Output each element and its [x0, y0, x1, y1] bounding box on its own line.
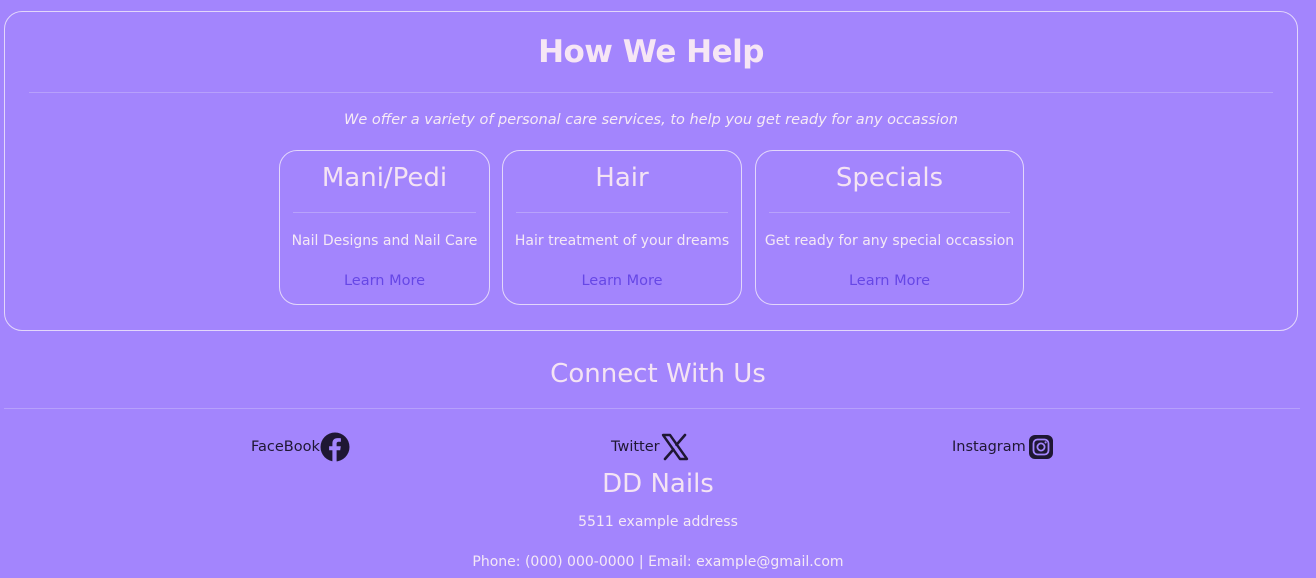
card-title: Specials [835, 163, 944, 193]
twitter-label: Twitter [611, 439, 660, 455]
brand-name: DD Nails [602, 469, 714, 499]
learn-more-link[interactable]: Learn More [756, 273, 1023, 289]
learn-more-link[interactable]: Learn More [280, 273, 489, 289]
instagram-label: Instagram [952, 439, 1026, 455]
instagram-link[interactable]: Instagram [952, 432, 1056, 462]
card-title: Hair [595, 163, 649, 193]
divider [516, 212, 728, 213]
facebook-label: FaceBook [251, 439, 320, 455]
twitter-link[interactable]: Twitter [611, 432, 690, 462]
service-card-hair: Hair Hair treatment of your dreams Learn… [502, 150, 742, 305]
divider [4, 408, 1300, 409]
service-card-mani-pedi: Mani/Pedi Nail Designs and Nail Care Lea… [279, 150, 490, 305]
learn-more-link[interactable]: Learn More [503, 273, 741, 289]
divider [29, 92, 1273, 93]
facebook-icon [320, 432, 350, 462]
section-subtitle: We offer a variety of personal care serv… [344, 112, 958, 128]
section-title: How We Help [538, 34, 764, 70]
instagram-icon [1026, 432, 1056, 462]
contact-text: Phone: (000) 000-0000 | Email: example@g… [472, 554, 844, 570]
facebook-link[interactable]: FaceBook [251, 432, 350, 462]
card-description: Nail Designs and Nail Care [291, 233, 478, 249]
address-text: 5511 example address [578, 514, 738, 530]
card-title: Mani/Pedi [321, 163, 448, 193]
service-card-specials: Specials Get ready for any special occas… [755, 150, 1024, 305]
divider [293, 212, 476, 213]
divider [769, 212, 1010, 213]
connect-title: Connect With Us [550, 359, 766, 389]
card-description: Get ready for any special occassion [764, 233, 1015, 249]
x-twitter-icon [660, 432, 690, 462]
card-description: Hair treatment of your dreams [514, 233, 730, 249]
